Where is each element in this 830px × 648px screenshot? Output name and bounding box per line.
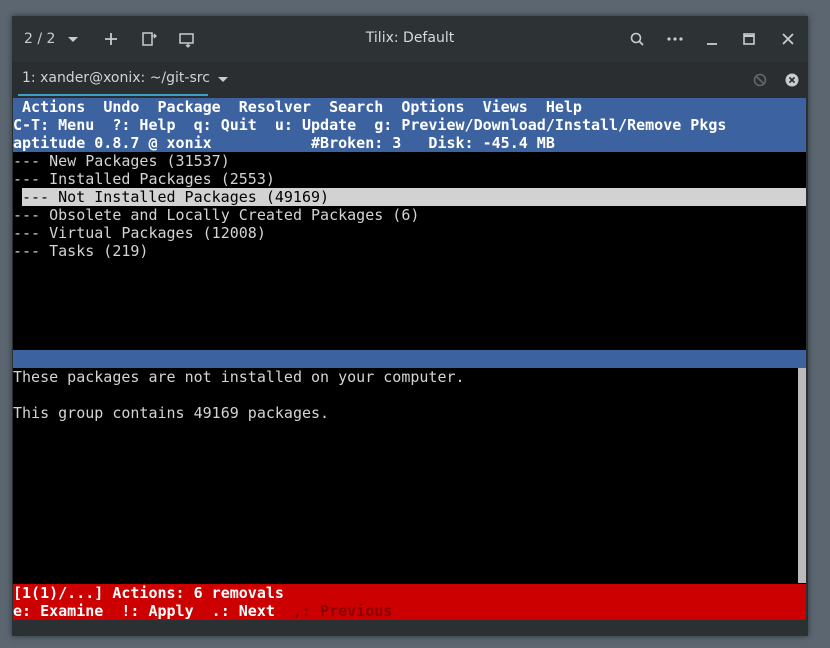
package-group-installed[interactable]: --- Installed Packages (2553): [13, 170, 806, 188]
description-line-2: [13, 386, 793, 404]
split-right-icon[interactable]: [138, 28, 160, 50]
actions-status-line: [1(1)/...] Actions: 6 removals: [13, 584, 806, 602]
titlebar: 2 / 2 Tilix: Default: [12, 16, 808, 62]
aptitude-menu-bar: Actions Undo Package Resolver Search Opt…: [13, 98, 806, 116]
previous-hint: ,: Previous: [292, 602, 393, 620]
tilix-window: 2 / 2 Tilix: Default 1: xander@xonix: ~/…: [12, 16, 808, 636]
disabled-sync-icon: [749, 69, 771, 91]
menu-options[interactable]: Options: [401, 98, 464, 116]
tab-label: 1: xander@xonix: ~/git-src: [22, 70, 210, 86]
package-group-tasks[interactable]: --- Tasks (219): [13, 242, 806, 260]
menu-resolver[interactable]: Resolver: [239, 98, 311, 116]
menu-undo[interactable]: Undo: [103, 98, 139, 116]
menu-help[interactable]: Help: [546, 98, 582, 116]
description-line-3: This group contains 49169 packages.: [13, 404, 330, 422]
search-icon[interactable]: [626, 28, 648, 50]
window-title: Tilix: Default: [365, 30, 455, 46]
chevron-down-icon[interactable]: [62, 28, 84, 50]
maximize-icon[interactable]: [738, 28, 760, 50]
pane-divider: [13, 350, 806, 368]
active-tab-indicator: [18, 94, 208, 96]
session-counter[interactable]: 2 / 2: [24, 16, 55, 62]
menu-package[interactable]: Package: [158, 98, 221, 116]
minimize-icon[interactable]: [701, 28, 723, 50]
package-group-obsolete[interactable]: --- Obsolete and Locally Created Package…: [13, 206, 806, 224]
tab-dropdown-icon[interactable]: [212, 68, 234, 90]
keys-hint: e: Examine !: Apply .: Next: [13, 602, 293, 620]
tab-bar: 1: xander@xonix: ~/git-src: [12, 62, 808, 98]
close-icon[interactable]: [777, 28, 799, 50]
close-terminal-icon[interactable]: [781, 69, 803, 91]
description-scrollbar[interactable]: [798, 368, 806, 583]
tab-session-1[interactable]: 1: xander@xonix: ~/git-src: [12, 62, 210, 98]
more-options-icon[interactable]: [664, 28, 686, 50]
menu-search[interactable]: Search: [329, 98, 383, 116]
help-line: C-T: Menu ?: Help q: Quit u: Update g: P…: [13, 116, 806, 134]
menu-actions[interactable]: Actions: [13, 98, 85, 116]
package-group-new[interactable]: --- New Packages (31537): [13, 152, 806, 170]
menu-views[interactable]: Views: [483, 98, 528, 116]
package-group-not-installed[interactable]: --- Not Installed Packages (49169): [22, 188, 806, 206]
description-line-1: These packages are not installed on your…: [13, 368, 465, 386]
split-down-icon[interactable]: [176, 28, 198, 50]
keys-line: e: Examine !: Apply .: Next ,: Previous: [13, 602, 806, 620]
package-group-virtual[interactable]: --- Virtual Packages (12008): [13, 224, 806, 242]
add-session-icon[interactable]: [100, 28, 122, 50]
terminal-view[interactable]: Actions Undo Package Resolver Search Opt…: [13, 98, 806, 620]
status-line: aptitude 0.8.7 @ xonix #Broken: 3 Disk: …: [13, 134, 806, 152]
